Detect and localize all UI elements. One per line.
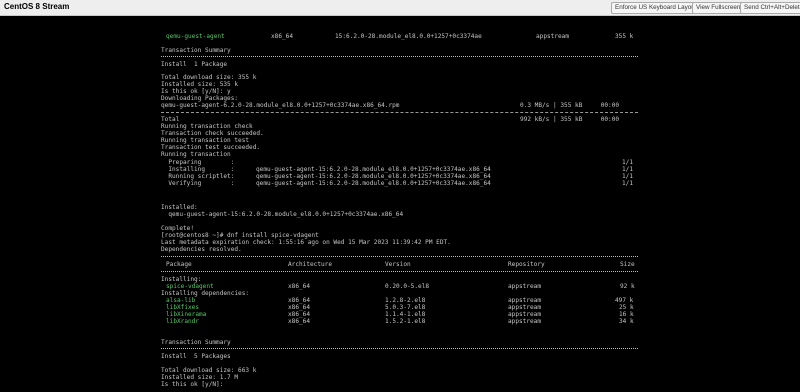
dep-size: 34 k — [619, 318, 634, 325]
transaction-summary-2: Transaction Summary — [161, 339, 231, 346]
deps-header: Installing dependencies: — [161, 290, 250, 297]
terminal-output: qemu-guest-agent x86_64 15:6.2.0-28.modu… — [0, 16, 800, 392]
dep-arch: x86_64 — [288, 318, 311, 325]
dep-size: 497 k — [615, 297, 634, 304]
view-fullscreen-button[interactable]: View Fullscreen — [692, 2, 745, 14]
dep-name: libXrandr — [166, 318, 200, 325]
top-package-arch: x86_64 — [271, 33, 294, 40]
step-label: Preparing : — [161, 159, 235, 166]
col-header-version: Version — [385, 261, 411, 268]
divider — [161, 271, 638, 273]
tx-line: Transaction test succeeded. — [161, 144, 261, 151]
complete-line: Complete! — [161, 225, 195, 232]
installing-header: Installing: — [161, 276, 202, 283]
installed-size-2: Installed size: 1.7 M — [161, 374, 239, 381]
main-package-size: 92 k — [620, 283, 635, 290]
enforce-us-keyboard-button[interactable]: Enforce US Keyboard Layout — [611, 2, 701, 14]
total-speed: 992 kB/s | 355 kB 00:00 — [520, 116, 620, 123]
col-header-size: Size — [620, 261, 635, 268]
transaction-summary-1: Transaction Summary — [161, 47, 231, 54]
download-size-2: Total download size: 663 k — [161, 367, 257, 374]
step-package: qemu-guest-agent-15:6.2.0-28.module_el8.… — [256, 166, 491, 173]
rpm-file-line: qemu-guest-agent-6.2.0-28.module_el8.0.0… — [161, 102, 400, 109]
dep-version: 1.5.2-1.el8 — [385, 318, 426, 325]
dep-version: 1.1.4-1.el8 — [385, 311, 426, 318]
tx-line: Running transaction check — [161, 123, 253, 130]
dep-name: libXinerama — [166, 311, 207, 318]
step-label: Running scriptlet: — [161, 173, 235, 180]
divider — [161, 348, 638, 350]
installed-size-1: Installed size: 535 k — [161, 81, 239, 88]
rpm-speed: 0.3 MB/s | 355 kB 00:00 — [520, 102, 620, 109]
col-header-package: Package — [166, 261, 192, 268]
dep-repo: appstream — [508, 318, 542, 325]
installed-header: Installed: — [161, 204, 198, 211]
confirm-prompt-2[interactable]: Is this ok [y/N]: — [161, 381, 223, 388]
install-count-1: Install 1 Package — [161, 61, 228, 68]
step-count: 1/1 — [622, 166, 634, 173]
dep-version: 1.2.8-2.el8 — [385, 297, 426, 304]
main-package-arch: x86_64 — [288, 283, 311, 290]
dep-arch: x86_64 — [288, 297, 311, 304]
window-toolbar: CentOS 8 Stream Enforce US Keyboard Layo… — [0, 0, 800, 16]
downloading-header: Downloading Packages: — [161, 95, 239, 102]
top-package-size: 355 k — [615, 33, 634, 40]
top-package-version: 15:6.2.0-28.module_el8.0.0+1257+0c3374ae — [335, 33, 482, 40]
dep-name: alsa-lib — [166, 297, 196, 304]
divider — [161, 256, 638, 258]
metadata-line: Last metadata expiration check: 1:55:16 … — [161, 239, 451, 246]
divider — [161, 56, 638, 58]
top-package-name: qemu-guest-agent — [166, 33, 225, 40]
col-header-repo: Repository — [508, 261, 545, 268]
step-count: 1/1 — [622, 180, 634, 187]
dep-size: 16 k — [619, 311, 634, 318]
tx-line: Running transaction test — [161, 137, 250, 144]
resolved-line: Dependencies resolved. — [161, 246, 242, 253]
install-count-2: Install 5 Packages — [161, 353, 231, 360]
main-package-repo: appstream — [508, 283, 542, 290]
step-package: qemu-guest-agent-15:6.2.0-28.module_el8.… — [256, 173, 491, 180]
send-ctrl-alt-delete-button[interactable]: Send Ctrl+Alt+Delete — [740, 2, 800, 14]
step-count: 1/1 — [622, 159, 634, 166]
top-package-repo: appstream — [536, 33, 570, 40]
dep-arch: x86_64 — [288, 311, 311, 318]
dep-name: libXfixes — [166, 304, 200, 311]
total-label: Total — [161, 116, 180, 123]
step-label: Verifying : — [161, 180, 235, 187]
dep-repo: appstream — [508, 304, 542, 311]
step-count: 1/1 — [622, 173, 634, 180]
col-header-arch: Architecture — [288, 261, 333, 268]
window-title: CentOS 8 Stream — [4, 2, 70, 11]
main-package-name: spice-vdagent — [166, 283, 214, 290]
confirm-prompt: Is this ok [y/N]: y — [161, 88, 231, 95]
step-label: Installing : — [161, 166, 235, 173]
main-package-version: 0.20.0-5.el8 — [385, 283, 430, 290]
console-screen[interactable]: qemu-guest-agent x86_64 15:6.2.0-28.modu… — [0, 16, 800, 392]
dep-repo: appstream — [508, 297, 542, 304]
dep-size: 25 k — [619, 304, 634, 311]
shell-command: [root@centos8 ~]# dnf install spice-vdag… — [161, 232, 319, 239]
tx-line: Running transaction — [161, 151, 231, 158]
dep-version: 5.0.3-7.el8 — [385, 304, 426, 311]
installed-package: qemu-guest-agent-15:6.2.0-28.module_el8.… — [161, 211, 404, 218]
download-size-1: Total download size: 355 k — [161, 74, 257, 81]
divider — [161, 112, 638, 114]
dep-arch: x86_64 — [288, 304, 311, 311]
tx-line: Transaction check succeeded. — [161, 130, 264, 137]
dep-repo: appstream — [508, 311, 542, 318]
step-package: qemu-guest-agent-15:6.2.0-28.module_el8.… — [256, 180, 491, 187]
